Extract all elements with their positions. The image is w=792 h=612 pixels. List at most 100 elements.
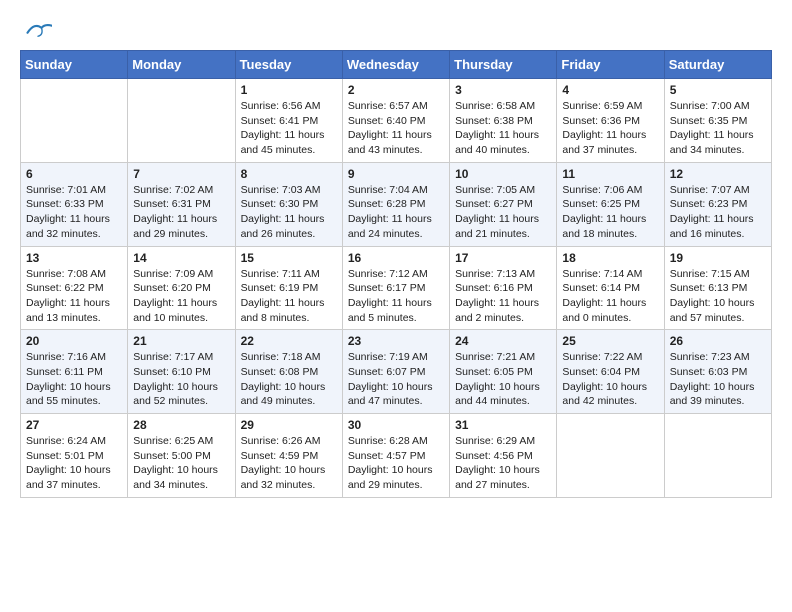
day-info: Sunrise: 7:19 AM Sunset: 6:07 PM Dayligh… xyxy=(348,350,444,409)
day-number: 10 xyxy=(455,167,551,181)
calendar-week-row: 20 Sunrise: 7:16 AM Sunset: 6:11 PM Dayli… xyxy=(21,330,772,414)
day-number: 30 xyxy=(348,418,444,432)
day-number: 22 xyxy=(241,334,337,348)
calendar-cell: 3 Sunrise: 6:58 AM Sunset: 6:38 PM Daylig… xyxy=(450,79,557,163)
logo xyxy=(20,20,52,40)
calendar-cell: 28 Sunrise: 6:25 AM Sunset: 5:00 PM Dayli… xyxy=(128,414,235,498)
day-info: Sunrise: 7:08 AM Sunset: 6:22 PM Dayligh… xyxy=(26,267,122,326)
calendar-cell: 4 Sunrise: 6:59 AM Sunset: 6:36 PM Daylig… xyxy=(557,79,664,163)
day-info: Sunrise: 6:56 AM Sunset: 6:41 PM Dayligh… xyxy=(241,99,337,158)
calendar-cell xyxy=(21,79,128,163)
day-info: Sunrise: 7:15 AM Sunset: 6:13 PM Dayligh… xyxy=(670,267,766,326)
calendar-week-row: 13Sunrise: 7:08 AM Sunset: 6:22 PM Dayli… xyxy=(21,246,772,330)
calendar-table: SundayMondayTuesdayWednesdayThursdayFrid… xyxy=(20,50,772,498)
day-info: Sunrise: 7:11 AM Sunset: 6:19 PM Dayligh… xyxy=(241,267,337,326)
page-header xyxy=(20,20,772,40)
day-info: Sunrise: 7:06 AM Sunset: 6:25 PM Dayligh… xyxy=(562,183,658,242)
calendar-week-row: 1 Sunrise: 6:56 AM Sunset: 6:41 PM Daylig… xyxy=(21,79,772,163)
weekday-header-saturday: Saturday xyxy=(664,51,771,79)
calendar-cell: 21 Sunrise: 7:17 AM Sunset: 6:10 PM Dayli… xyxy=(128,330,235,414)
weekday-header-wednesday: Wednesday xyxy=(342,51,449,79)
day-info: Sunrise: 7:01 AM Sunset: 6:33 PM Dayligh… xyxy=(26,183,122,242)
calendar-cell: 12 Sunrise: 7:07 AM Sunset: 6:23 PM Dayli… xyxy=(664,162,771,246)
calendar-cell: 11 Sunrise: 7:06 AM Sunset: 6:25 PM Dayli… xyxy=(557,162,664,246)
day-info: Sunrise: 7:00 AM Sunset: 6:35 PM Dayligh… xyxy=(670,99,766,158)
day-number: 12 xyxy=(670,167,766,181)
day-info: Sunrise: 6:29 AM Sunset: 4:56 PM Dayligh… xyxy=(455,434,551,493)
calendar-cell: 8 Sunrise: 7:03 AM Sunset: 6:30 PM Daylig… xyxy=(235,162,342,246)
day-number: 1 xyxy=(241,83,337,97)
day-info: Sunrise: 7:03 AM Sunset: 6:30 PM Dayligh… xyxy=(241,183,337,242)
day-info: Sunrise: 7:04 AM Sunset: 6:28 PM Dayligh… xyxy=(348,183,444,242)
calendar-cell: 2 Sunrise: 6:57 AM Sunset: 6:40 PM Daylig… xyxy=(342,79,449,163)
day-number: 3 xyxy=(455,83,551,97)
logo-bird-icon xyxy=(24,22,52,40)
day-number: 17 xyxy=(455,251,551,265)
weekday-header-sunday: Sunday xyxy=(21,51,128,79)
weekday-header-monday: Monday xyxy=(128,51,235,79)
day-number: 19 xyxy=(670,251,766,265)
calendar-cell xyxy=(128,79,235,163)
calendar-week-row: 6Sunrise: 7:01 AM Sunset: 6:33 PM Daylig… xyxy=(21,162,772,246)
weekday-header-friday: Friday xyxy=(557,51,664,79)
day-info: Sunrise: 7:02 AM Sunset: 6:31 PM Dayligh… xyxy=(133,183,229,242)
calendar-cell xyxy=(664,414,771,498)
calendar-cell: 14Sunrise: 7:09 AM Sunset: 6:20 PM Dayli… xyxy=(128,246,235,330)
day-number: 8 xyxy=(241,167,337,181)
calendar-cell: 26Sunrise: 7:23 AM Sunset: 6:03 PM Dayli… xyxy=(664,330,771,414)
day-info: Sunrise: 7:17 AM Sunset: 6:10 PM Dayligh… xyxy=(133,350,229,409)
day-info: Sunrise: 6:57 AM Sunset: 6:40 PM Dayligh… xyxy=(348,99,444,158)
day-number: 25 xyxy=(562,334,658,348)
day-number: 24 xyxy=(455,334,551,348)
day-number: 18 xyxy=(562,251,658,265)
day-info: Sunrise: 7:21 AM Sunset: 6:05 PM Dayligh… xyxy=(455,350,551,409)
day-number: 15 xyxy=(241,251,337,265)
calendar-cell: 27Sunrise: 6:24 AM Sunset: 5:01 PM Dayli… xyxy=(21,414,128,498)
day-number: 21 xyxy=(133,334,229,348)
calendar-cell xyxy=(557,414,664,498)
calendar-cell: 1 Sunrise: 6:56 AM Sunset: 6:41 PM Daylig… xyxy=(235,79,342,163)
day-info: Sunrise: 6:25 AM Sunset: 5:00 PM Dayligh… xyxy=(133,434,229,493)
day-info: Sunrise: 7:22 AM Sunset: 6:04 PM Dayligh… xyxy=(562,350,658,409)
calendar-cell: 6Sunrise: 7:01 AM Sunset: 6:33 PM Daylig… xyxy=(21,162,128,246)
day-number: 20 xyxy=(26,334,122,348)
day-info: Sunrise: 7:14 AM Sunset: 6:14 PM Dayligh… xyxy=(562,267,658,326)
day-info: Sunrise: 6:28 AM Sunset: 4:57 PM Dayligh… xyxy=(348,434,444,493)
calendar-cell: 18 Sunrise: 7:14 AM Sunset: 6:14 PM Dayli… xyxy=(557,246,664,330)
calendar-cell: 29Sunrise: 6:26 AM Sunset: 4:59 PM Dayli… xyxy=(235,414,342,498)
day-number: 28 xyxy=(133,418,229,432)
calendar-cell: 31 Sunrise: 6:29 AM Sunset: 4:56 PM Dayli… xyxy=(450,414,557,498)
calendar-week-row: 27Sunrise: 6:24 AM Sunset: 5:01 PM Dayli… xyxy=(21,414,772,498)
calendar-cell: 19 Sunrise: 7:15 AM Sunset: 6:13 PM Dayli… xyxy=(664,246,771,330)
day-number: 4 xyxy=(562,83,658,97)
day-info: Sunrise: 7:16 AM Sunset: 6:11 PM Dayligh… xyxy=(26,350,122,409)
weekday-header-thursday: Thursday xyxy=(450,51,557,79)
day-number: 5 xyxy=(670,83,766,97)
day-info: Sunrise: 7:05 AM Sunset: 6:27 PM Dayligh… xyxy=(455,183,551,242)
day-info: Sunrise: 6:26 AM Sunset: 4:59 PM Dayligh… xyxy=(241,434,337,493)
calendar-cell: 20 Sunrise: 7:16 AM Sunset: 6:11 PM Dayli… xyxy=(21,330,128,414)
calendar-cell: 25 Sunrise: 7:22 AM Sunset: 6:04 PM Dayli… xyxy=(557,330,664,414)
day-number: 11 xyxy=(562,167,658,181)
day-info: Sunrise: 7:13 AM Sunset: 6:16 PM Dayligh… xyxy=(455,267,551,326)
calendar-cell: 13Sunrise: 7:08 AM Sunset: 6:22 PM Dayli… xyxy=(21,246,128,330)
day-info: Sunrise: 6:58 AM Sunset: 6:38 PM Dayligh… xyxy=(455,99,551,158)
day-info: Sunrise: 7:07 AM Sunset: 6:23 PM Dayligh… xyxy=(670,183,766,242)
weekday-header-row: SundayMondayTuesdayWednesdayThursdayFrid… xyxy=(21,51,772,79)
day-info: Sunrise: 7:23 AM Sunset: 6:03 PM Dayligh… xyxy=(670,350,766,409)
calendar-cell: 9 Sunrise: 7:04 AM Sunset: 6:28 PM Daylig… xyxy=(342,162,449,246)
day-info: Sunrise: 6:59 AM Sunset: 6:36 PM Dayligh… xyxy=(562,99,658,158)
calendar-cell: 10 Sunrise: 7:05 AM Sunset: 6:27 PM Dayli… xyxy=(450,162,557,246)
day-info: Sunrise: 6:24 AM Sunset: 5:01 PM Dayligh… xyxy=(26,434,122,493)
day-number: 16 xyxy=(348,251,444,265)
calendar-cell: 23 Sunrise: 7:19 AM Sunset: 6:07 PM Dayli… xyxy=(342,330,449,414)
day-number: 14 xyxy=(133,251,229,265)
day-number: 31 xyxy=(455,418,551,432)
calendar-cell: 7Sunrise: 7:02 AM Sunset: 6:31 PM Daylig… xyxy=(128,162,235,246)
day-number: 2 xyxy=(348,83,444,97)
day-info: Sunrise: 7:18 AM Sunset: 6:08 PM Dayligh… xyxy=(241,350,337,409)
day-number: 9 xyxy=(348,167,444,181)
calendar-cell: 17 Sunrise: 7:13 AM Sunset: 6:16 PM Dayli… xyxy=(450,246,557,330)
day-number: 23 xyxy=(348,334,444,348)
calendar-cell: 22 Sunrise: 7:18 AM Sunset: 6:08 PM Dayli… xyxy=(235,330,342,414)
